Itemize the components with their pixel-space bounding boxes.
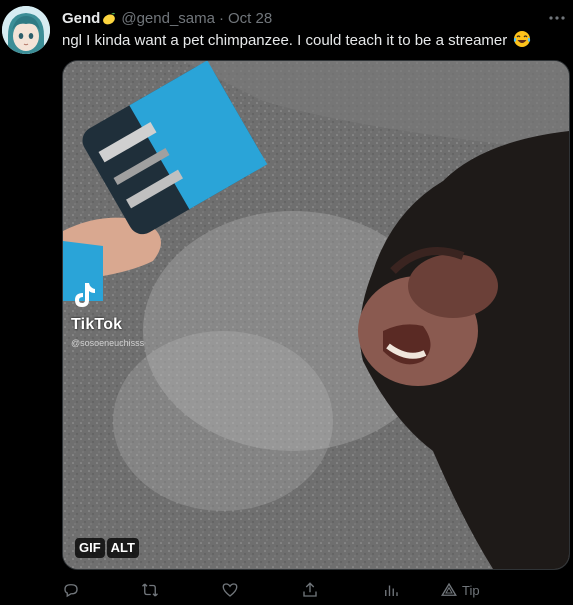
more-horizontal-icon	[549, 16, 565, 20]
display-name[interactable]: Gend	[62, 10, 100, 27]
tiktok-logo-icon	[75, 283, 95, 307]
tip-label: Tip	[462, 582, 480, 598]
reply-button[interactable]	[62, 578, 80, 602]
lemon-emoji-icon	[103, 12, 116, 24]
tweet-text-content: ngl I kinda want a pet chimpanzee. I cou…	[62, 32, 508, 49]
heart-icon	[222, 583, 238, 597]
reply-icon	[64, 584, 78, 598]
media-gif[interactable]: TikTok @sosoeneuchisss GIF ALT	[62, 60, 570, 570]
tiktok-handle-text: @sosoeneuchisss	[71, 338, 145, 348]
share-button[interactable]	[301, 578, 319, 602]
tweet-action-bar: Tip	[62, 578, 573, 602]
tweet-date[interactable]: Oct 28	[228, 10, 272, 27]
share-icon	[303, 582, 317, 597]
avatar-image	[2, 6, 50, 54]
tweet-text: ngl I kinda want a pet chimpanzee. I cou…	[62, 30, 561, 51]
tweet-header: Gend @gend_sama · Oct 28	[62, 8, 563, 28]
like-button[interactable]	[221, 578, 239, 602]
analytics-button[interactable]	[382, 578, 400, 602]
media-badges: GIF ALT	[75, 538, 139, 558]
analytics-icon	[385, 585, 398, 596]
avatar[interactable]	[2, 6, 50, 54]
retweet-icon	[142, 583, 158, 597]
tip-button[interactable]: Tip	[440, 578, 480, 602]
user-handle[interactable]: @gend_sama	[121, 10, 215, 27]
tiktok-watermark: TikTok @sosoeneuchisss	[71, 281, 144, 348]
laughing-tears-emoji-icon	[514, 31, 531, 47]
retweet-button[interactable]	[141, 578, 159, 602]
separator-dot: ·	[218, 9, 224, 27]
gif-badge: GIF	[75, 538, 105, 558]
more-options-button[interactable]	[547, 8, 567, 28]
alt-badge[interactable]: ALT	[106, 538, 139, 558]
tiktok-brand-text: TikTok	[71, 316, 123, 333]
tip-icon	[441, 582, 457, 596]
